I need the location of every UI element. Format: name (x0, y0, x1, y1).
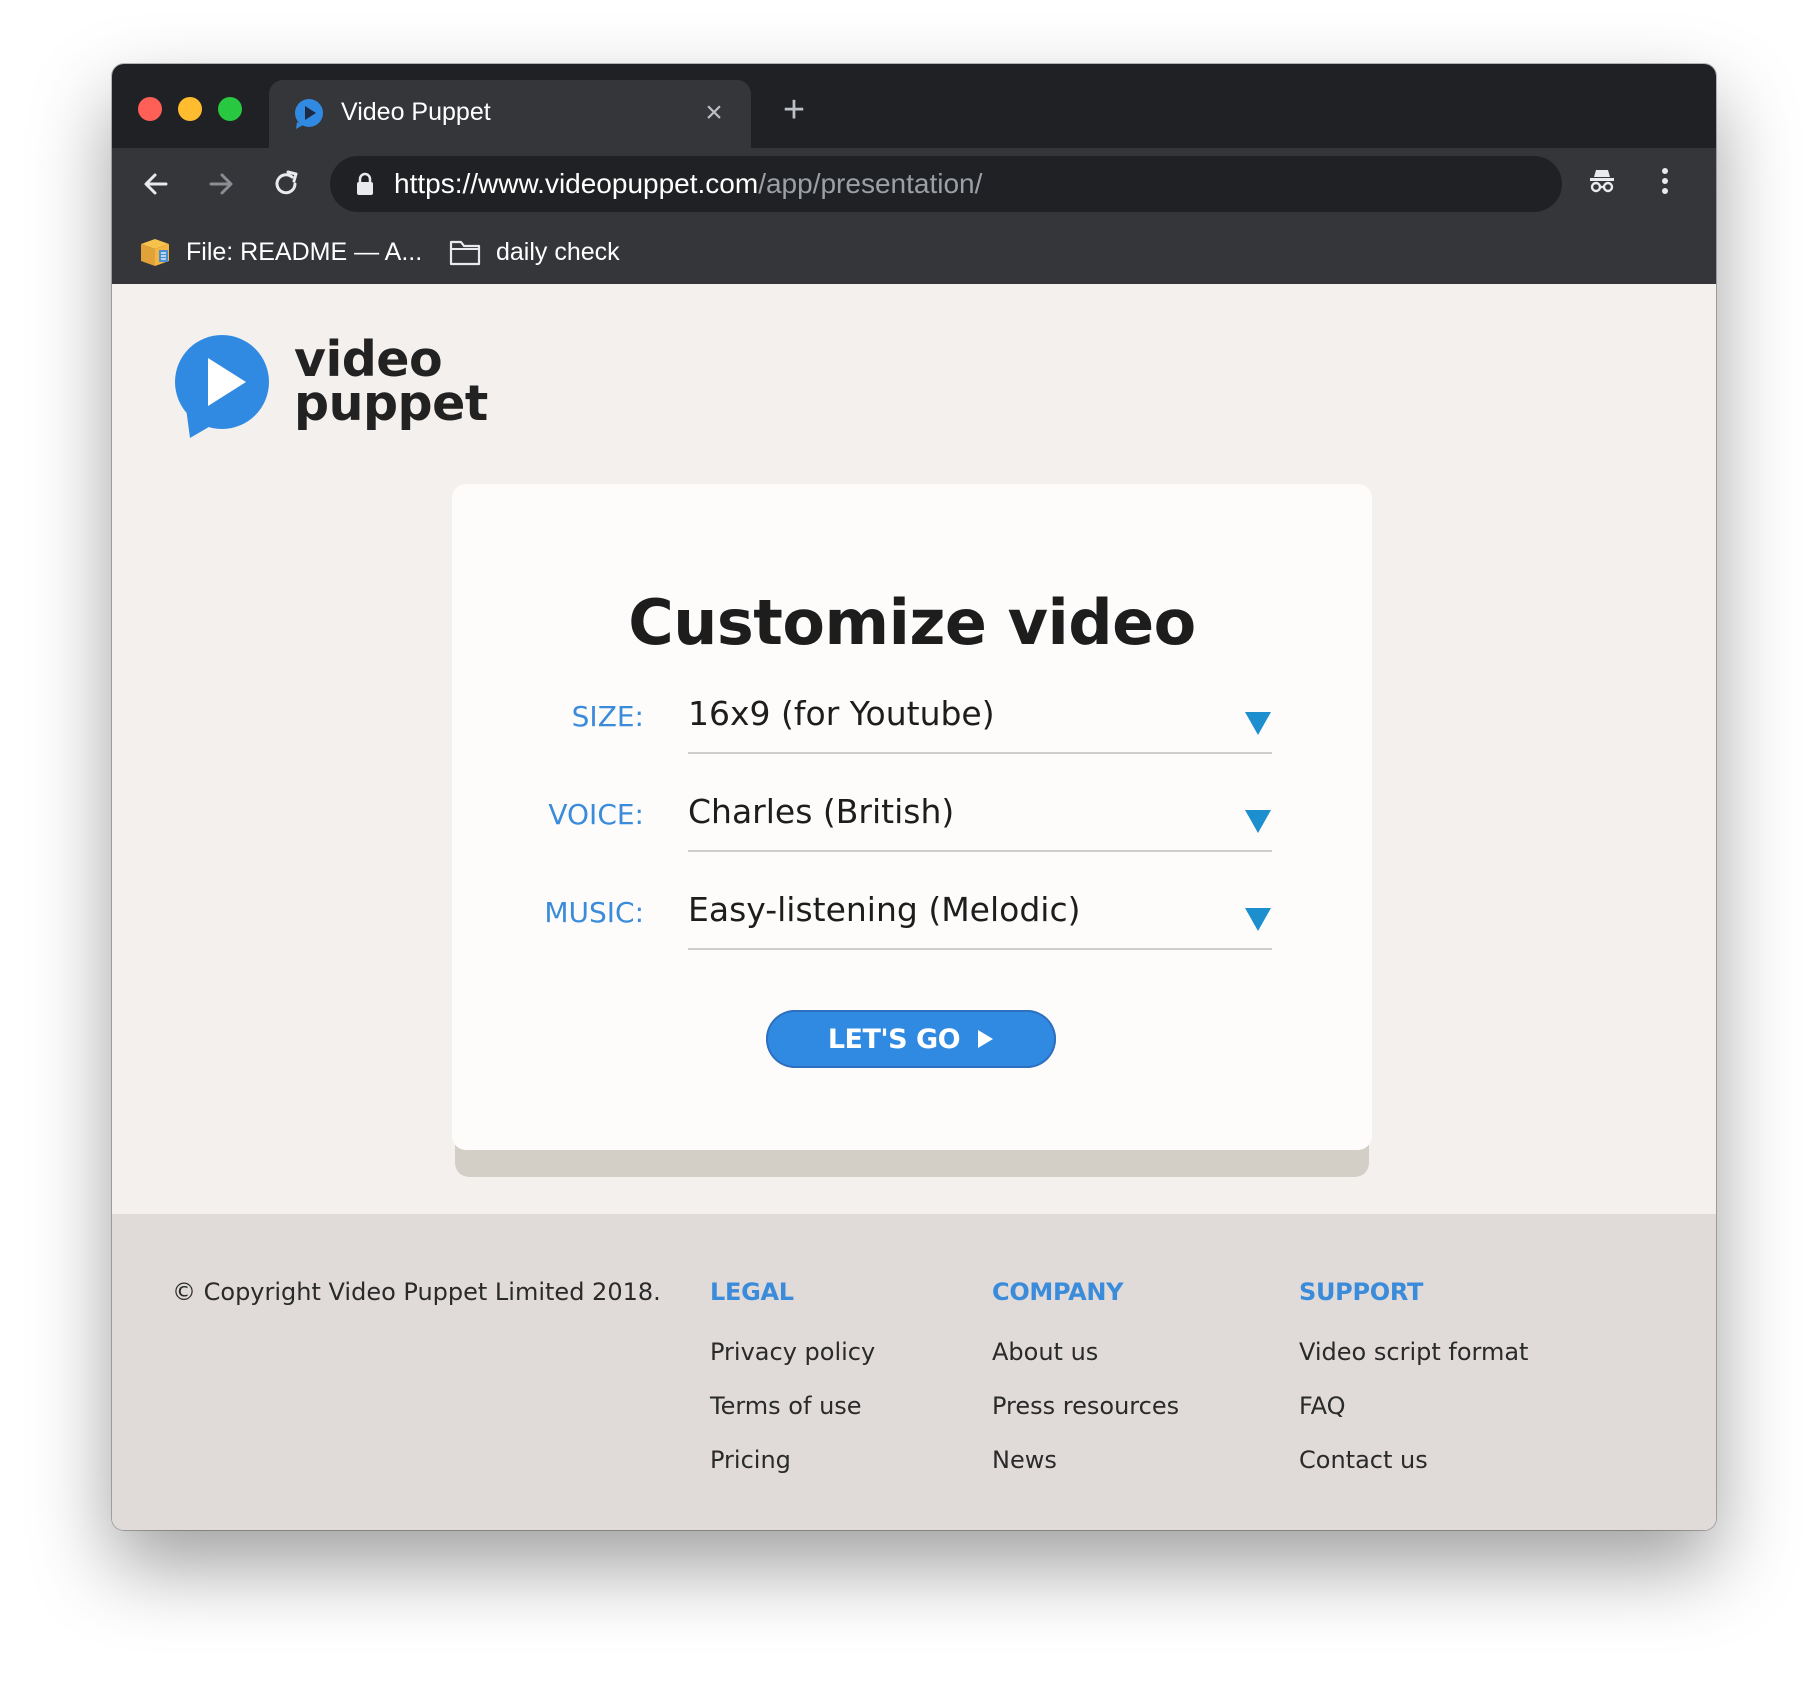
bookmarks-bar: File: README — A... daily check (112, 220, 1716, 284)
size-value: 16x9 (for Youtube) (688, 694, 995, 733)
browser-toolbar: https://www.videopuppet.com/app/presenta… (112, 148, 1716, 220)
box-icon (141, 239, 169, 266)
size-select[interactable]: 16x9 (for Youtube) (688, 682, 1272, 754)
play-arrow-icon (978, 1030, 994, 1048)
bookmark-label: daily check (496, 237, 620, 266)
card-title: Customize video (628, 586, 1196, 659)
video-puppet-logo[interactable]: video puppet (174, 334, 494, 444)
size-label: SIZE: (571, 700, 644, 733)
incognito-icon[interactable] (1586, 164, 1618, 196)
footer-column-legal: LEGAL Privacy policy Terms of use Pricin… (710, 1278, 875, 1480)
reload-icon[interactable] (268, 166, 304, 202)
page-content: video puppet Customize video SIZE: 16x9 … (112, 284, 1716, 1530)
maximize-window-button[interactable] (218, 97, 242, 121)
forward-arrow-icon[interactable] (203, 166, 239, 202)
video-puppet-favicon-icon (295, 99, 323, 129)
kebab-menu-icon[interactable] (1658, 165, 1672, 197)
url-host: https://www.videopuppet.com (394, 168, 759, 199)
footer-column-support: SUPPORT Video script format FAQ Contact … (1299, 1278, 1528, 1480)
footer-heading-legal: LEGAL (710, 1278, 794, 1306)
footer-link-pricing[interactable]: Pricing (710, 1440, 875, 1480)
footer-link-terms-of-use[interactable]: Terms of use (710, 1386, 875, 1426)
footer-link-contact-us[interactable]: Contact us (1299, 1440, 1528, 1480)
logo-word-puppet: puppet (294, 375, 488, 432)
footer-link-privacy-policy[interactable]: Privacy policy (710, 1332, 875, 1372)
footer-link-about-us[interactable]: About us (992, 1332, 1179, 1372)
music-select[interactable]: Easy-listening (Melodic) (688, 878, 1272, 950)
lets-go-button[interactable]: LET'S GO (766, 1010, 1056, 1068)
browser-window: Video Puppet × + https://www.videopuppet… (112, 64, 1716, 1530)
voice-value: Charles (British) (688, 792, 955, 831)
customize-card: Customize video SIZE: 16x9 (for Youtube)… (452, 484, 1372, 1150)
footer-heading-support: SUPPORT (1299, 1278, 1424, 1306)
play-bubble-logo-icon (175, 335, 269, 438)
chevron-down-icon (1245, 908, 1271, 931)
voice-label: VOICE: (548, 798, 644, 831)
chevron-down-icon (1245, 712, 1271, 735)
tab-title: Video Puppet (341, 98, 491, 126)
voice-select[interactable]: Charles (British) (688, 780, 1272, 852)
bookmark-readme[interactable]: File: README — A... (138, 234, 422, 270)
site-footer: © Copyright Video Puppet Limited 2018. L… (112, 1214, 1716, 1530)
music-field-row: MUSIC: Easy-listening (Melodic) (452, 878, 1372, 950)
copyright-text: © Copyright Video Puppet Limited 2018. (172, 1278, 661, 1306)
close-window-button[interactable] (138, 97, 162, 121)
size-field-row: SIZE: 16x9 (for Youtube) (452, 682, 1372, 754)
logo-wordmark: video puppet (294, 335, 488, 432)
bookmark-label: File: README — A... (186, 237, 423, 266)
music-value: Easy-listening (Melodic) (688, 890, 1081, 929)
footer-link-news[interactable]: News (992, 1440, 1179, 1480)
tab-close-icon[interactable]: × (701, 98, 727, 128)
footer-link-press-resources[interactable]: Press resources (992, 1386, 1179, 1426)
bookmark-daily-check[interactable]: daily check (448, 234, 620, 270)
music-label: MUSIC: (544, 896, 644, 929)
back-arrow-icon[interactable] (138, 166, 174, 202)
lets-go-label: LET'S GO (827, 1023, 961, 1055)
tab-strip: Video Puppet × + (112, 64, 1716, 148)
url-text[interactable]: https://www.videopuppet.com/app/presenta… (394, 168, 982, 200)
address-bar[interactable]: https://www.videopuppet.com/app/presenta… (330, 156, 1562, 212)
tab-video-puppet[interactable]: Video Puppet × (269, 80, 751, 148)
minimize-window-button[interactable] (178, 97, 202, 121)
url-path: /app/presentation/ (758, 168, 983, 199)
folder-icon (449, 240, 481, 266)
lock-icon[interactable] (354, 172, 376, 196)
voice-field-row: VOICE: Charles (British) (452, 780, 1372, 852)
footer-column-company: COMPANY About us Press resources News (992, 1278, 1179, 1480)
footer-link-video-script-format[interactable]: Video script format (1299, 1332, 1528, 1372)
chevron-down-icon (1245, 810, 1271, 833)
footer-heading-company: COMPANY (992, 1278, 1124, 1306)
footer-link-faq[interactable]: FAQ (1299, 1386, 1528, 1426)
new-tab-button[interactable]: + (778, 91, 810, 129)
